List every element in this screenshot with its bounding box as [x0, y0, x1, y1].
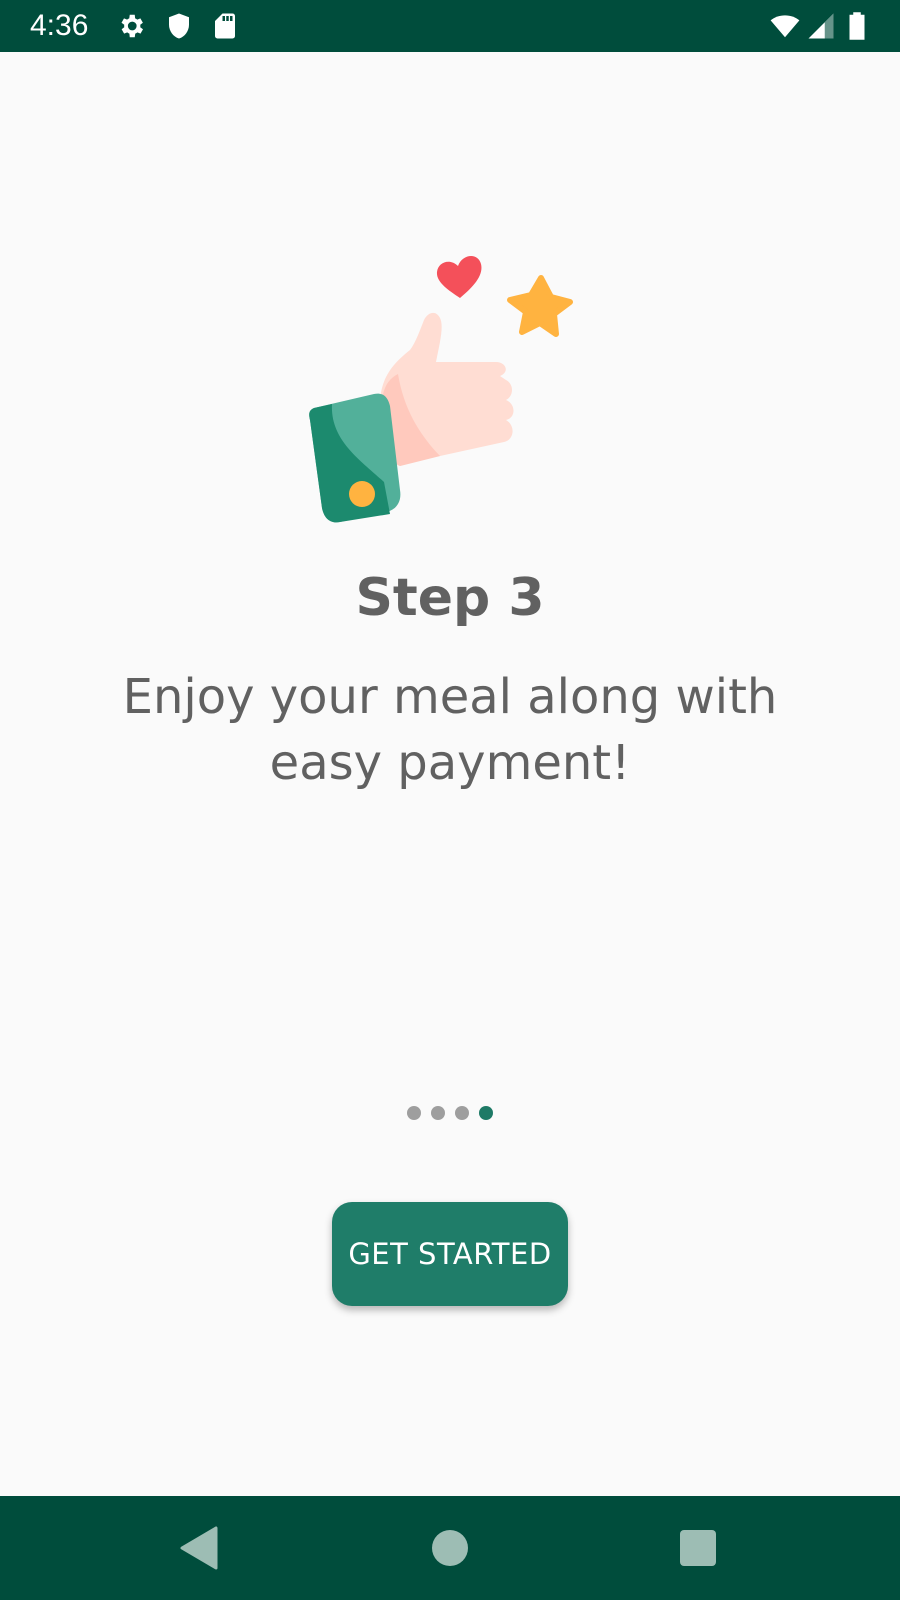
page-dot-2[interactable]	[431, 1106, 445, 1120]
star-icon	[507, 275, 573, 337]
heart-icon	[436, 255, 482, 298]
recents-icon[interactable]	[674, 1524, 722, 1572]
back-icon[interactable]	[176, 1524, 224, 1572]
page-dot-4-active[interactable]	[479, 1106, 493, 1120]
onboarding-screen: 4:36 Step 3 Enjoy your meal along with e…	[0, 0, 900, 1600]
gear-icon	[121, 14, 143, 38]
shield-icon	[169, 13, 189, 39]
home-icon[interactable]	[426, 1524, 474, 1572]
page-dot-1[interactable]	[407, 1106, 421, 1120]
step-title: Step 3	[355, 568, 545, 628]
step-description: Enjoy your meal along with easy payment!	[122, 669, 778, 791]
thumbs-up-illustration	[309, 255, 573, 523]
status-time: 4:36	[30, 9, 89, 42]
wifi-icon	[770, 15, 800, 38]
page-dot-3[interactable]	[455, 1106, 469, 1120]
page-indicator	[0, 1106, 900, 1124]
cell-signal-icon	[808, 13, 834, 39]
get-started-button[interactable]: GET STARTED	[332, 1202, 568, 1306]
battery-icon	[849, 12, 865, 40]
navigation-bar	[0, 1496, 900, 1600]
sd-card-icon	[215, 13, 235, 39]
status-bar: 4:36	[0, 0, 900, 52]
